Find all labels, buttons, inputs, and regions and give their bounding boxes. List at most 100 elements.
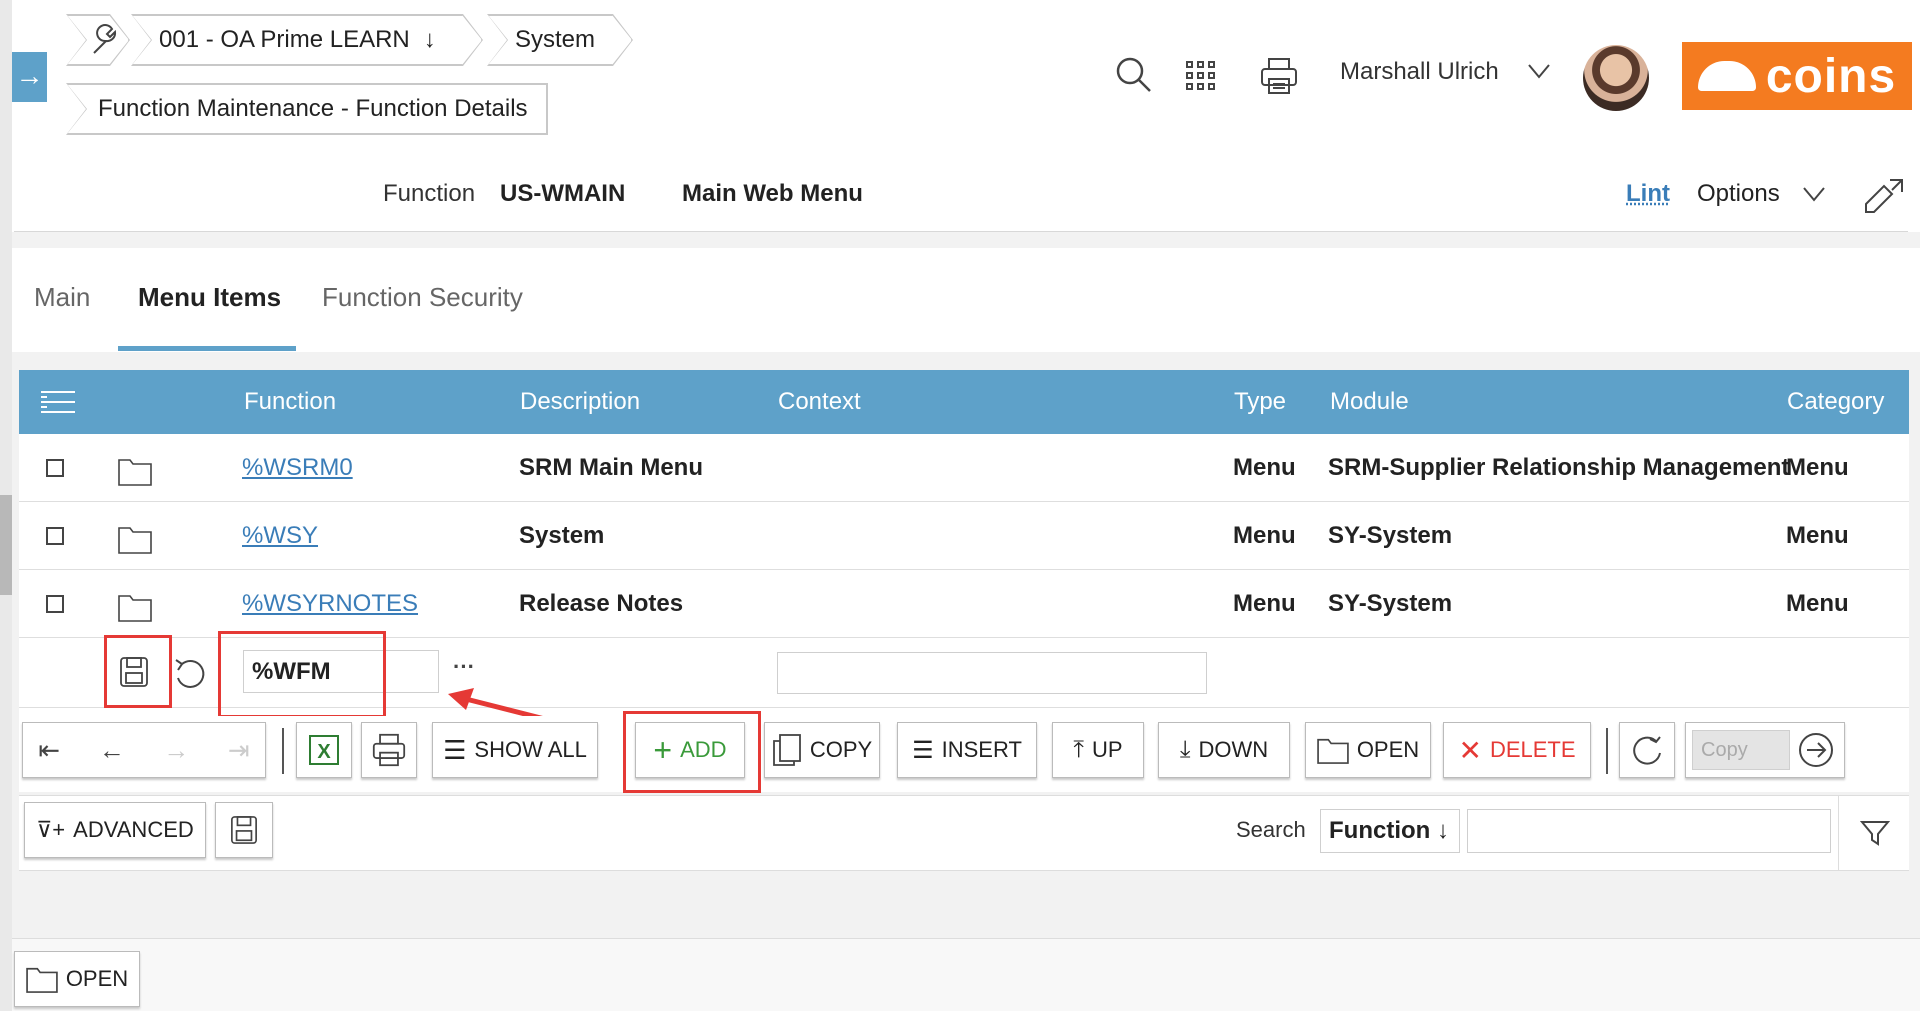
module-cell: SY-System: [1328, 590, 1453, 617]
function-link[interactable]: %WSRM0: [242, 454, 353, 482]
function-link[interactable]: %WSY: [242, 522, 318, 550]
table-row[interactable]: %WSRM0 SRM Main Menu Menu SRM-Supplier R…: [19, 434, 1909, 502]
module-cell: SY-System: [1328, 522, 1453, 549]
type-cell: Menu: [1233, 454, 1296, 481]
copy-to-input[interactable]: Copy: [1692, 730, 1790, 770]
first-page-icon[interactable]: ⇤: [38, 735, 60, 766]
folder-icon[interactable]: [118, 592, 152, 622]
column-module[interactable]: Module: [1330, 388, 1409, 416]
table-row[interactable]: %WSY System Menu SY-System Menu: [19, 502, 1909, 570]
type-cell: Menu: [1233, 522, 1296, 549]
hard-hat-icon: [1697, 61, 1756, 91]
save-filter-button[interactable]: [215, 802, 273, 858]
avatar[interactable]: [1583, 45, 1649, 111]
refresh-icon: [1633, 736, 1661, 765]
next-page-icon[interactable]: →: [163, 735, 189, 766]
copy-button[interactable]: COPY: [764, 722, 880, 778]
table-row[interactable]: %WSYRNOTES Release Notes Menu SY-System …: [19, 570, 1909, 638]
up-button[interactable]: ⤒ UP: [1052, 722, 1144, 778]
arrow-right-circle-icon[interactable]: [1798, 732, 1834, 768]
pager-group: ⇤ ← → ⇥: [22, 722, 266, 778]
highlight-add: [623, 711, 761, 793]
context-input[interactable]: [777, 652, 1207, 694]
row-checkbox[interactable]: [46, 527, 64, 545]
filter-plus-icon: ⊽+: [36, 817, 66, 842]
show-all-label: SHOW ALL: [474, 737, 587, 762]
function-label: Function: [383, 180, 476, 207]
footer-open-label: OPEN: [65, 966, 129, 991]
advanced-filter-button[interactable]: ⊽+ ADVANCED: [24, 802, 206, 858]
options-menu[interactable]: Options: [1697, 180, 1826, 208]
header-divider: [14, 231, 1908, 232]
open-label: OPEN: [1356, 737, 1420, 762]
insert-button[interactable]: ☰ INSERT: [897, 722, 1037, 778]
delete-button[interactable]: ✕ DELETE: [1443, 722, 1591, 778]
chevron-down-icon: [1802, 187, 1825, 202]
filter-toggle[interactable]: [1838, 796, 1910, 870]
last-page-icon[interactable]: ⇥: [228, 735, 250, 766]
show-all-button[interactable]: ☰ SHOW ALL: [432, 722, 598, 778]
excel-icon: X: [309, 735, 339, 765]
more-options-icon[interactable]: ···: [453, 654, 475, 680]
folder-icon: [1317, 738, 1349, 764]
edit-expand-icon[interactable]: [1862, 176, 1904, 223]
down-button[interactable]: ⤓ DOWN: [1158, 722, 1290, 778]
folder-icon[interactable]: [118, 456, 152, 486]
list-icon: ☰: [443, 734, 467, 765]
down-label: DOWN: [1198, 737, 1269, 762]
column-function[interactable]: Function: [244, 388, 336, 416]
open-button[interactable]: OPEN: [1305, 722, 1431, 778]
description-cell: Release Notes: [519, 590, 684, 617]
row-checkbox[interactable]: [46, 459, 64, 477]
system-label: System: [515, 26, 596, 53]
close-icon: ✕: [1458, 734, 1482, 766]
category-cell: Menu: [1786, 590, 1849, 617]
svg-text:X: X: [317, 741, 331, 763]
copy-label: COPY: [809, 737, 873, 762]
footer-bar: [12, 938, 1920, 1011]
grid-header: Function Description Context Type Module…: [19, 370, 1909, 434]
printer-icon[interactable]: [1260, 57, 1298, 100]
print-button[interactable]: [361, 722, 417, 778]
insert-label: INSERT: [941, 737, 1022, 762]
active-tab-indicator: [118, 346, 296, 351]
category-cell: Menu: [1786, 454, 1849, 481]
lint-link[interactable]: Lint: [1626, 180, 1670, 208]
folder-icon[interactable]: [118, 524, 152, 554]
breadcrumb-company[interactable]: 001 - OA Prime LEARN ↓: [132, 15, 482, 65]
company-label: 001 - OA Prime LEARN: [159, 26, 410, 53]
copy-icon: [772, 734, 801, 766]
type-cell: Menu: [1233, 590, 1296, 617]
tab-menu-items[interactable]: Menu Items: [138, 282, 281, 313]
footer-open-button[interactable]: OPEN: [14, 951, 140, 1007]
export-excel-button[interactable]: X: [296, 722, 352, 778]
save-icon: [231, 816, 257, 844]
arrow-down-icon: ↓: [423, 26, 436, 53]
copy-to-group: Copy: [1685, 722, 1845, 778]
tab-main[interactable]: Main: [34, 282, 90, 313]
column-description[interactable]: Description: [520, 388, 640, 416]
highlight-save: [104, 635, 172, 708]
search-field-select[interactable]: Function ↓: [1320, 809, 1460, 853]
column-menu-icon[interactable]: [41, 390, 75, 421]
search-icon[interactable]: [1115, 56, 1153, 99]
previous-page-icon[interactable]: ←: [99, 735, 125, 766]
tab-function-security[interactable]: Function Security: [322, 282, 523, 313]
description-cell: System: [519, 522, 605, 549]
function-link[interactable]: %WSYRNOTES: [242, 590, 418, 618]
apps-grid-icon[interactable]: [1185, 60, 1217, 97]
breadcrumb-system[interactable]: System: [488, 15, 632, 65]
column-category[interactable]: Category: [1787, 388, 1884, 416]
up-label: UP: [1092, 737, 1123, 762]
undo-icon[interactable]: [172, 656, 208, 690]
column-context[interactable]: Context: [778, 388, 861, 416]
column-type[interactable]: Type: [1234, 388, 1286, 416]
left-strip: [0, 0, 12, 1011]
row-checkbox[interactable]: [46, 595, 64, 613]
search-input[interactable]: [1467, 809, 1831, 853]
user-menu[interactable]: Marshall Ulrich: [1340, 58, 1551, 86]
expand-nav-button[interactable]: →: [12, 52, 47, 102]
filter-icon: [1859, 821, 1890, 846]
delete-label: DELETE: [1489, 737, 1576, 762]
refresh-button[interactable]: [1619, 722, 1675, 778]
